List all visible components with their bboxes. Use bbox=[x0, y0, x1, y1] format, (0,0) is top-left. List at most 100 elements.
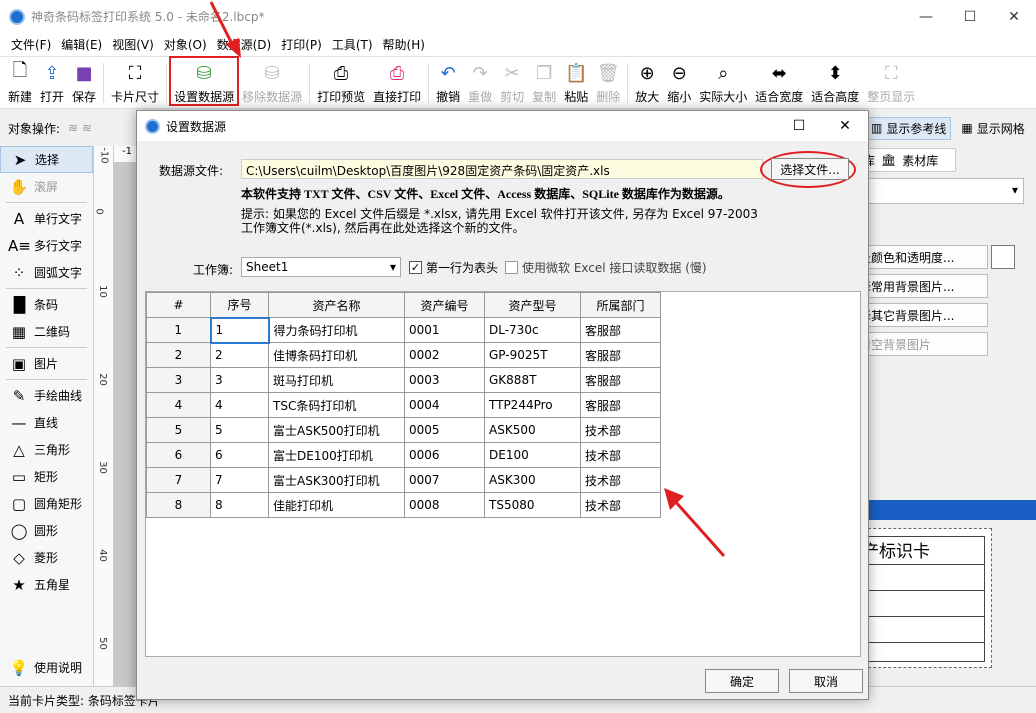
object-ops-label: 对象操作: bbox=[8, 121, 61, 136]
tab-library[interactable]: 库 🏛 素材库 bbox=[858, 148, 956, 172]
table-row[interactable]: 8 8 佳能打印机 0008 TS5080 技术部 bbox=[146, 492, 661, 518]
new-button[interactable]: 🗋 新建 bbox=[4, 57, 36, 105]
checkbox-unchecked-icon bbox=[505, 261, 518, 274]
fit-width-button[interactable]: ⬌ 适合宽度 bbox=[751, 57, 807, 105]
datasource-dialog: 设置数据源 ☐ ✕ 数据源文件: C:\Users\cuilm\Desktop\… bbox=[136, 110, 869, 700]
paste-button[interactable]: 📋 粘贴 bbox=[560, 57, 592, 105]
tool-star[interactable]: ★ 五角星 bbox=[0, 571, 93, 598]
cancel-button[interactable]: 取消 bbox=[789, 669, 863, 693]
zoom-out-button[interactable]: ⊖ 缩小 bbox=[663, 57, 695, 105]
delete-button[interactable]: 🗑 删除 bbox=[592, 57, 624, 105]
zoom-in-button[interactable]: ⊕ 放大 bbox=[631, 57, 663, 105]
single-text-icon: A bbox=[13, 209, 25, 228]
ok-button[interactable]: 确定 bbox=[705, 669, 779, 693]
dialog-close-button[interactable]: ✕ bbox=[822, 111, 868, 141]
other-bg-button[interactable]: 择其它背景图片... bbox=[858, 303, 988, 327]
bg-color-swatch[interactable] bbox=[991, 245, 1015, 269]
common-bg-button[interactable]: 择常用背景图片... bbox=[858, 274, 988, 298]
undo-button[interactable]: ↶ 撤销 bbox=[432, 57, 464, 105]
redo-icon: ↷ bbox=[472, 62, 488, 84]
table-row[interactable]: 7 7 富士ASK300打印机 0007 ASK300 技术部 bbox=[146, 467, 661, 493]
close-button[interactable]: ✕ bbox=[992, 0, 1036, 33]
set-datasource-button[interactable]: ⛁ 设置数据源 bbox=[169, 56, 240, 106]
table-row[interactable]: 5 5 富士ASK500打印机 0005 ASK500 技术部 bbox=[146, 417, 661, 443]
tool-line[interactable]: — 直线 bbox=[0, 409, 93, 436]
menu-bar: 文件(F) 编辑(E) 视图(V) 对象(O) 数据源(D) 打印(P) 工具(… bbox=[0, 33, 1036, 57]
first-row-header-checkbox[interactable]: ✓ 第一行为表头 bbox=[409, 259, 498, 276]
tool-circle[interactable]: ◯ 圆形 bbox=[0, 517, 93, 544]
menu-view[interactable]: 视图(V) bbox=[107, 36, 159, 53]
table-row[interactable]: 1 1 得力条码打印机 0001 DL-730c 客服部 bbox=[146, 316, 661, 344]
maximize-button[interactable]: ☐ bbox=[948, 0, 992, 33]
table-row[interactable]: 3 3 斑马打印机 0003 GK888T 客服部 bbox=[146, 367, 661, 393]
layers-icon[interactable]: ≋ ≋ bbox=[68, 121, 92, 135]
menu-tools[interactable]: 工具(T) bbox=[327, 36, 378, 53]
cut-button[interactable]: ✂ 剪切 bbox=[496, 57, 528, 105]
dialog-maximize-button[interactable]: ☐ bbox=[776, 111, 822, 141]
database-remove-icon: ⛁ bbox=[264, 62, 280, 84]
table-row[interactable]: 6 6 富士DE100打印机 0006 DE100 技术部 bbox=[146, 442, 661, 468]
use-ms-excel-checkbox[interactable]: 使用微软 Excel 接口读取数据 (慢) bbox=[505, 259, 707, 276]
menu-file[interactable]: 文件(F) bbox=[6, 36, 56, 53]
tool-panel: ➤ 选择 ✋ 滚屏 A 单行文字 A≡ 多行文字 ⁘ 圆弧文字 ▐▌ 条码 ▦ 二维码 ▣ 图片… bbox=[0, 146, 94, 686]
menu-datasource[interactable]: 数据源(D) bbox=[212, 36, 277, 53]
printer-icon: ⎙ bbox=[389, 62, 405, 84]
copy-button[interactable]: ❐ 复制 bbox=[528, 57, 560, 105]
direct-print-button[interactable]: ⎙ 直接打印 bbox=[369, 57, 425, 105]
menu-print[interactable]: 打印(P) bbox=[276, 36, 327, 53]
tool-triangle[interactable]: △ 三角形 bbox=[0, 436, 93, 463]
full-page-button[interactable]: ⛶ 整页显示 bbox=[863, 57, 919, 105]
show-grid-toggle[interactable]: ▦ 显示网格 bbox=[961, 120, 1024, 137]
card-size-icon: ⛶ bbox=[128, 62, 142, 84]
hand-icon: ✋ bbox=[9, 177, 29, 196]
lightbulb-icon: 💡 bbox=[9, 658, 29, 677]
tool-image[interactable]: ▣ 图片 bbox=[0, 350, 93, 377]
bg-color-button[interactable]: 景颜色和透明度... bbox=[858, 245, 988, 269]
museum-icon: 🏛 bbox=[881, 153, 897, 167]
sheet-select[interactable]: Sheet1 bbox=[241, 257, 401, 277]
open-button[interactable]: ⇪ 打开 bbox=[36, 57, 68, 105]
vertical-ruler: -10 0 10 20 30 40 50 bbox=[94, 146, 114, 686]
data-grid[interactable]: # 序号 资产名称 资产编号 资产型号 所属部门 1 1 得力条码打印机 0001 DL… bbox=[145, 291, 861, 657]
tool-scroll[interactable]: ✋ 滚屏 bbox=[0, 173, 93, 200]
redo-button[interactable]: ↷ 重做 bbox=[464, 57, 496, 105]
canvas-area[interactable] bbox=[114, 162, 136, 686]
tool-qrcode[interactable]: ▦ 二维码 bbox=[0, 318, 93, 345]
help-button[interactable]: 💡 使用说明 bbox=[0, 654, 82, 681]
tool-rounded-rect[interactable]: ▢ 圆角矩形 bbox=[0, 490, 93, 517]
tool-single-text[interactable]: A 单行文字 bbox=[0, 205, 93, 232]
trash-icon: 🗑 bbox=[596, 62, 620, 84]
tool-diamond[interactable]: ◇ 菱形 bbox=[0, 544, 93, 571]
app-logo-icon bbox=[145, 118, 160, 134]
tool-rectangle[interactable]: ▭ 矩形 bbox=[0, 463, 93, 490]
pen-icon: ✎ bbox=[12, 386, 26, 405]
print-preview-button[interactable]: ⎙ 打印预览 bbox=[313, 57, 369, 105]
tool-multi-text[interactable]: A≡ 多行文字 bbox=[0, 232, 93, 259]
clear-bg-button[interactable]: 清空背景图片 bbox=[858, 332, 988, 356]
minimize-button[interactable]: — bbox=[904, 0, 948, 33]
rectangle-icon: ▭ bbox=[11, 467, 27, 486]
actual-size-button[interactable]: ⌕ 实际大小 bbox=[695, 57, 751, 105]
remove-datasource-button[interactable]: ⛁ 移除数据源 bbox=[238, 57, 306, 105]
save-button[interactable]: ■ 保存 bbox=[68, 57, 100, 105]
grid-header-row: # 序号 资产名称 资产编号 资产型号 所属部门 bbox=[146, 292, 661, 318]
star-icon: ★ bbox=[12, 575, 26, 594]
property-combo[interactable] bbox=[862, 178, 1024, 204]
show-guides-toggle[interactable]: ▥ 显示参考线 bbox=[866, 116, 952, 140]
tool-select[interactable]: ➤ 选择 bbox=[0, 146, 93, 173]
menu-edit[interactable]: 编辑(E) bbox=[56, 36, 107, 53]
undo-icon: ↶ bbox=[440, 62, 456, 84]
tool-barcode[interactable]: ▐▌ 条码 bbox=[0, 291, 93, 318]
window-title: 神奇条码标签打印系统 5.0 - 未命名2.lbcp* bbox=[31, 10, 265, 24]
file-path-field[interactable]: C:\Users\cuilm\Desktop\百度图片\928固定资产条码\固定… bbox=[241, 159, 763, 179]
file-label: 数据源文件: bbox=[159, 164, 224, 178]
fit-height-button[interactable]: ⬍ 适合高度 bbox=[807, 57, 863, 105]
card-size-button[interactable]: ⛶ 卡片尺寸 bbox=[107, 57, 163, 105]
tool-freehand[interactable]: ✎ 手绘曲线 bbox=[0, 382, 93, 409]
table-row[interactable]: 2 2 佳博条码打印机 0002 GP-9025T 客服部 bbox=[146, 342, 661, 368]
choose-file-button[interactable]: 选择文件... bbox=[771, 158, 849, 180]
menu-help[interactable]: 帮助(H) bbox=[378, 36, 430, 53]
table-row[interactable]: 4 4 TSC条码打印机 0004 TTP244Pro 客服部 bbox=[146, 392, 661, 418]
menu-object[interactable]: 对象(O) bbox=[159, 36, 212, 53]
tool-arc-text[interactable]: ⁘ 圆弧文字 bbox=[0, 259, 93, 286]
